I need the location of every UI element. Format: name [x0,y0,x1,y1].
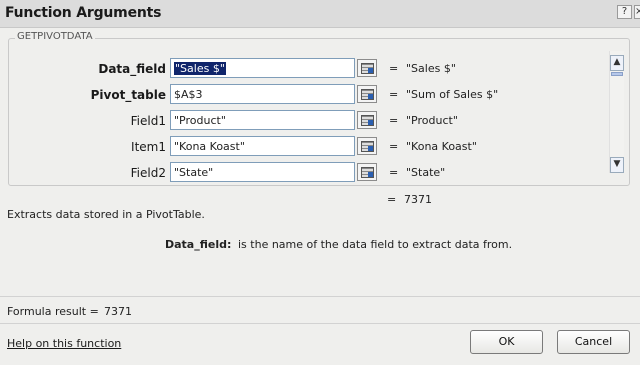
argument-label: Pivot_table [90,88,166,102]
close-icon[interactable]: × [634,5,640,19]
cancel-button[interactable]: Cancel [557,330,630,354]
pivot-table-input[interactable]: $A$3 [170,84,355,104]
arguments-group: GETPIVOTDATA Data_field "Sales $" = "Sal… [8,31,630,186]
field1-input[interactable]: "Product" [170,110,355,130]
equals-sign: = [389,88,399,101]
equals-sign: = [389,62,399,75]
title-bar: Function Arguments ? × [0,0,640,28]
argument-help-text: is the name of the data field to extract… [238,238,513,251]
argument-value: "Sum of Sales $" [406,88,499,101]
arguments-scrollbar[interactable]: ▲ ▼ [609,51,624,173]
equals-sign: = [389,166,399,179]
help-icon[interactable]: ? [617,5,632,19]
scroll-thumb[interactable] [611,72,623,76]
argument-label: Data_field [98,62,166,76]
equals-sign: = [389,114,399,127]
argument-row-item1: Item1 "Kona Koast" = "Kona Koast" [9,136,609,158]
function-description: Extracts data stored in a PivotTable. [7,208,205,221]
data-field-input[interactable]: "Sales $" [170,58,355,78]
formula-result-label: Formula result = [7,305,99,318]
argument-value: "Product" [406,114,458,127]
ok-button[interactable]: OK [470,330,543,354]
argument-row-data-field: Data_field "Sales $" = "Sales $" [9,58,609,80]
function-arguments-dialog: Function Arguments ? × GETPIVOTDATA Data… [0,0,640,365]
argument-value: "Kona Koast" [406,140,477,153]
argument-row-field1: Field1 "Product" = "Product" [9,110,609,132]
dialog-title: Function Arguments [5,5,162,21]
collapse-dialog-icon[interactable] [357,59,377,77]
argument-value: "Sales $" [406,62,456,75]
function-name: GETPIVOTDATA [15,31,95,42]
argument-row-pivot-table: Pivot_table $A$3 = "Sum of Sales $" [9,84,609,106]
argument-help-name: Data_field: [165,238,232,251]
collapse-dialog-icon[interactable] [357,85,377,103]
formula-result-value: 7371 [104,305,132,318]
equals-sign: = [389,140,399,153]
collapse-dialog-icon[interactable] [357,137,377,155]
scroll-up-icon[interactable]: ▲ [610,55,624,71]
scroll-down-icon[interactable]: ▼ [610,157,624,173]
argument-label: Field2 [130,166,166,180]
collapse-dialog-icon[interactable] [357,111,377,129]
divider [0,323,640,324]
result-equals: = [387,193,397,206]
argument-value: "State" [406,166,446,179]
divider [0,296,640,297]
argument-row-field2: Field2 "State" = "State" [9,162,609,184]
result-value: 7371 [404,193,432,206]
argument-label: Item1 [131,140,166,154]
help-on-function-link[interactable]: Help on this function [7,337,121,350]
selected-text: "Sales $" [174,62,226,75]
collapse-dialog-icon[interactable] [357,163,377,181]
argument-label: Field1 [130,114,166,128]
field2-input[interactable]: "State" [170,162,355,182]
item1-input[interactable]: "Kona Koast" [170,136,355,156]
